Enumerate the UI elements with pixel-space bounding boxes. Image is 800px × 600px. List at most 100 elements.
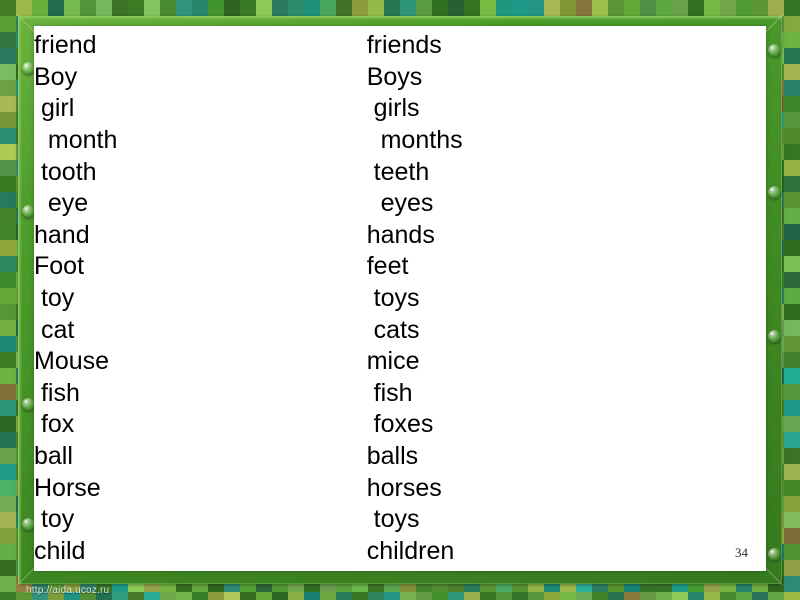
mosaic-tile (0, 416, 16, 432)
mosaic-tile (0, 528, 16, 544)
mosaic-tile (256, 592, 272, 600)
mosaic-tile (0, 576, 16, 592)
mosaic-tile (0, 32, 16, 48)
mosaic-tile (784, 224, 800, 240)
mosaic-tile (448, 0, 464, 16)
mosaic-tile (784, 304, 800, 320)
mosaic-tile (304, 0, 320, 16)
plural-word: feet (366, 252, 409, 281)
mosaic-tile (0, 192, 16, 208)
mosaic-tile (784, 208, 800, 224)
watermark-url: http://aida.ucoz.ru (26, 585, 110, 596)
mosaic-tile (752, 0, 768, 16)
mosaic-tile (704, 592, 720, 600)
mosaic-tile (128, 0, 144, 16)
mosaic-tile (784, 400, 800, 416)
mosaic-tile (784, 144, 800, 160)
mosaic-tile (0, 544, 16, 560)
mosaic-tile (720, 592, 736, 600)
mosaic-tile (784, 16, 800, 32)
plural-word: Boys (366, 62, 423, 91)
mosaic-tile (784, 560, 800, 576)
mosaic-tile (784, 480, 800, 496)
mosaic-tile (320, 0, 336, 16)
mosaic-tile (352, 592, 368, 600)
singular-word: toy (34, 284, 75, 313)
mosaic-tile (784, 336, 800, 352)
mosaic-tile (480, 592, 496, 600)
mosaic-tile (416, 592, 432, 600)
mosaic-tile (752, 592, 768, 600)
mosaic-tile (624, 0, 640, 16)
word-row: toy toys (34, 504, 766, 536)
mosaic-tile (384, 0, 400, 16)
mosaic-tile (784, 384, 800, 400)
mosaic-tile (784, 272, 800, 288)
mosaic-tile (784, 96, 800, 112)
mosaic-tile (80, 0, 96, 16)
plural-word: fish (366, 378, 413, 407)
singular-word: tooth (34, 157, 97, 186)
mosaic-tile (368, 592, 384, 600)
word-row: friend friends (34, 30, 766, 62)
mosaic-tile (784, 160, 800, 176)
word-row: child children (34, 536, 766, 568)
mosaic-tile (112, 592, 128, 600)
mosaic-tile (0, 592, 16, 600)
mosaic-tile (0, 16, 16, 32)
mosaic-tile (288, 0, 304, 16)
mosaic-tile (0, 320, 16, 336)
plural-word: mice (366, 347, 420, 376)
mosaic-tile (640, 0, 656, 16)
mosaic-tile (560, 0, 576, 16)
singular-word: Boy (34, 62, 78, 91)
mosaic-tile (592, 0, 608, 16)
plural-word: cats (366, 315, 420, 344)
word-row: toy toys (34, 283, 766, 315)
mosaic-tile (208, 592, 224, 600)
mosaic-tile (144, 0, 160, 16)
plural-word: hands (366, 220, 435, 249)
mosaic-tile (640, 592, 656, 600)
mosaic-tile (0, 64, 16, 80)
mosaic-tile (784, 592, 800, 600)
mosaic-tile (784, 512, 800, 528)
singular-word: girl (34, 94, 75, 123)
word-row: fox foxes (34, 409, 766, 441)
mosaic-tile (720, 0, 736, 16)
mosaic-tile (224, 592, 240, 600)
mosaic-tile (0, 240, 16, 256)
mosaic-tile (608, 592, 624, 600)
mosaic-tile (784, 0, 800, 16)
singular-word: hand (34, 220, 90, 249)
mosaic-tile (240, 592, 256, 600)
mosaic-tile (784, 432, 800, 448)
mosaic-tile (0, 432, 16, 448)
mosaic-tile (448, 592, 464, 600)
mosaic-tile (0, 288, 16, 304)
plural-word: toys (366, 284, 420, 313)
mosaic-tile (0, 464, 16, 480)
mosaic-tile (0, 352, 16, 368)
singular-word: friend (34, 31, 97, 60)
mosaic-tile (784, 496, 800, 512)
mosaic-tile (0, 96, 16, 112)
mosaic-tile (784, 544, 800, 560)
droplet-icon (768, 548, 781, 561)
mosaic-tile (768, 592, 784, 600)
mosaic-tile (304, 592, 320, 600)
word-row: fish fish (34, 378, 766, 410)
mosaic-tile (784, 256, 800, 272)
mosaic-tile (0, 496, 16, 512)
word-row: cat cats (34, 314, 766, 346)
plural-word: toys (366, 505, 420, 534)
mosaic-tile (432, 0, 448, 16)
mosaic-tile (784, 48, 800, 64)
mosaic-tile (160, 0, 176, 16)
mosaic-tile (784, 352, 800, 368)
page-number: 34 (735, 545, 748, 560)
plural-word: eyes (366, 189, 434, 218)
slide-root: friend friends Boy Boys girl girls month mo… (0, 0, 800, 600)
mosaic-tile (512, 592, 528, 600)
mosaic-tile (336, 0, 352, 16)
